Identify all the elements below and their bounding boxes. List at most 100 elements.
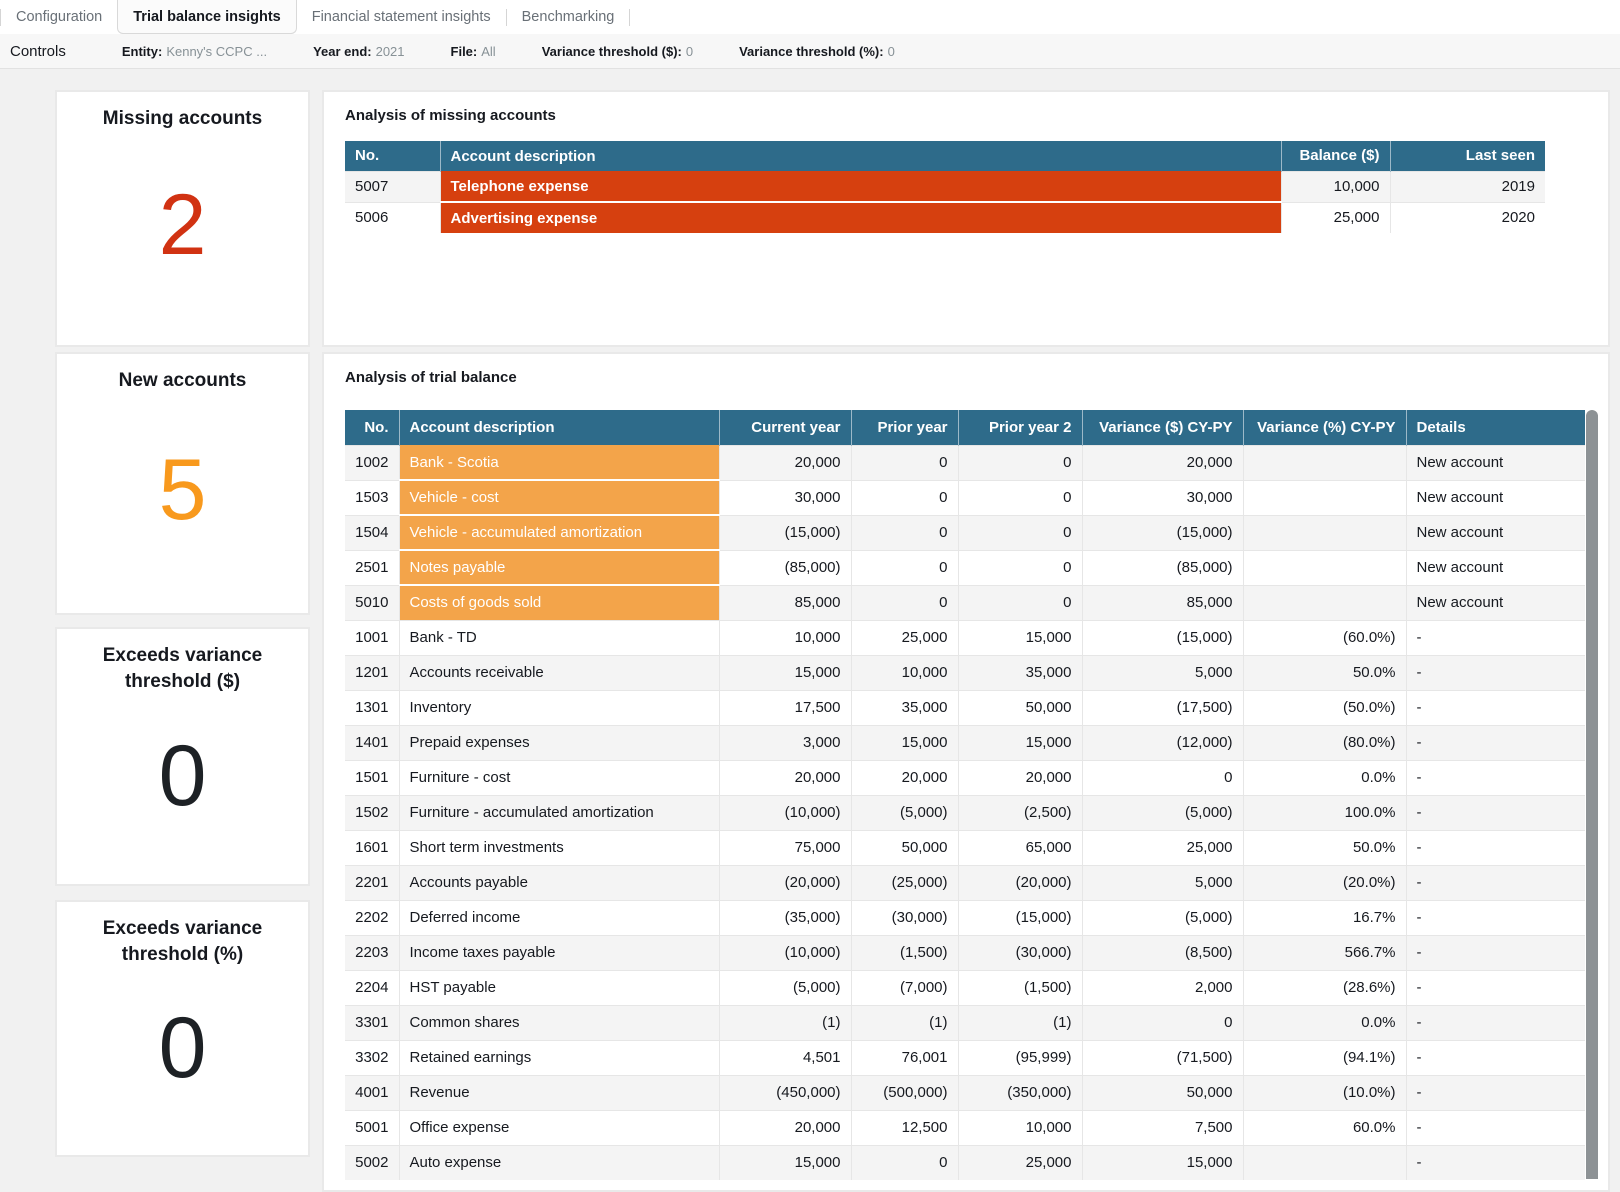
table-row: 5001Office expense20,00012,50010,0007,50… (345, 1110, 1585, 1145)
table-row: 3302Retained earnings4,50176,001(95,999)… (345, 1040, 1585, 1075)
cell-cy: (1) (719, 1005, 851, 1040)
cell-last_seen: 2019 (1390, 171, 1545, 202)
cell-description: Bank - Scotia (399, 445, 719, 480)
cell-var_d: 50,000 (1082, 1075, 1243, 1110)
cell-cy: 17,500 (719, 690, 851, 725)
cell-var_p: 50.0% (1243, 655, 1406, 690)
cell-no: 1001 (345, 620, 399, 655)
tab-benchmarking[interactable]: Benchmarking (507, 0, 630, 34)
cell-details: - (1406, 1145, 1585, 1180)
cell-description: Notes payable (399, 550, 719, 585)
cell-no: 1601 (345, 830, 399, 865)
cell-details: - (1406, 1075, 1585, 1110)
cell-no: 3301 (345, 1005, 399, 1040)
cell-details: New account (1406, 585, 1585, 620)
cell-description: Vehicle - accumulated amortization (399, 515, 719, 550)
table-row: 2203Income taxes payable(10,000)(1,500)(… (345, 935, 1585, 970)
cell-details: - (1406, 1040, 1585, 1075)
cell-py2: (95,999) (958, 1040, 1082, 1075)
cell-no: 4001 (345, 1075, 399, 1110)
control-file-value[interactable]: All (481, 44, 495, 59)
cell-py2: 0 (958, 445, 1082, 480)
cell-var_d: 15,000 (1082, 1145, 1243, 1180)
cell-details: - (1406, 1110, 1585, 1145)
cell-description: Income taxes payable (399, 935, 719, 970)
control-entity[interactable]: Entity: Kenny's CCPC ... (122, 44, 267, 59)
cell-var_d: (71,500) (1082, 1040, 1243, 1075)
cell-description: Deferred income (399, 900, 719, 935)
cell-no: 1503 (345, 480, 399, 515)
cell-py: 20,000 (851, 760, 958, 795)
cell-cy: 20,000 (719, 1110, 851, 1145)
cell-details: - (1406, 865, 1585, 900)
table-row: 2204HST payable(5,000)(7,000)(1,500)2,00… (345, 970, 1585, 1005)
cell-py2: 15,000 (958, 725, 1082, 760)
cell-balance: 10,000 (1281, 171, 1390, 202)
cell-var_p: 0.0% (1243, 1005, 1406, 1040)
cell-var_d: (15,000) (1082, 620, 1243, 655)
controls-title: Controls (10, 43, 66, 60)
cell-details: - (1406, 970, 1585, 1005)
cell-py2: (1) (958, 1005, 1082, 1040)
control-year-end[interactable]: Year end: 2021 (313, 44, 404, 59)
cell-description: Auto expense (399, 1145, 719, 1180)
column-header: Prior year 2 (958, 410, 1082, 445)
cell-cy: 15,000 (719, 1145, 851, 1180)
cell-no: 1401 (345, 725, 399, 760)
cell-no: 2201 (345, 865, 399, 900)
cell-no: 5010 (345, 585, 399, 620)
kpi-title: Missing accounts (89, 106, 276, 132)
cell-cy: 20,000 (719, 445, 851, 480)
cell-py: 0 (851, 1145, 958, 1180)
table-row: 1502Furniture - accumulated amortization… (345, 795, 1585, 830)
cell-description: Vehicle - cost (399, 480, 719, 515)
control-variance-threshold-dollar[interactable]: Variance threshold ($):0 (542, 44, 693, 59)
cell-var_p (1243, 1145, 1406, 1180)
kpi-title: Exceeds variance threshold ($) (57, 643, 308, 694)
cell-py: 35,000 (851, 690, 958, 725)
control-file-label: File: (451, 44, 478, 59)
kpi-value: 0 (159, 694, 207, 884)
control-variance-threshold-percent-value[interactable]: 0 (888, 44, 895, 59)
tab-trial-balance-insights[interactable]: Trial balance insights (117, 0, 296, 34)
control-file[interactable]: File:All (451, 44, 496, 59)
vertical-scrollbar-thumb[interactable] (1586, 410, 1598, 1179)
cell-cy: (35,000) (719, 900, 851, 935)
kpi-value: 2 (159, 132, 207, 345)
control-year-end-value[interactable]: 2021 (376, 44, 405, 59)
control-variance-threshold-dollar-value[interactable]: 0 (686, 44, 693, 59)
cell-cy: (10,000) (719, 795, 851, 830)
cell-details: - (1406, 1005, 1585, 1040)
cell-var_p: (60.0%) (1243, 620, 1406, 655)
cell-no: 3302 (345, 1040, 399, 1075)
cell-var_d: 20,000 (1082, 445, 1243, 480)
control-variance-threshold-percent[interactable]: Variance threshold (%): 0 (739, 44, 895, 59)
cell-cy: 10,000 (719, 620, 851, 655)
cell-var_d: 85,000 (1082, 585, 1243, 620)
kpi-title: Exceeds variance threshold (%) (57, 916, 308, 967)
tab-configuration[interactable]: Configuration (1, 0, 117, 34)
control-variance-threshold-percent-label: Variance threshold (%): (739, 44, 883, 59)
cell-var_p: 100.0% (1243, 795, 1406, 830)
cell-description: Advertising expense (440, 202, 1281, 233)
table-row: 1002Bank - Scotia20,0000020,000New accou… (345, 445, 1585, 480)
cell-no: 5001 (345, 1110, 399, 1145)
cell-no: 1002 (345, 445, 399, 480)
column-header: Account description (440, 141, 1281, 171)
cell-description: HST payable (399, 970, 719, 1005)
cell-py: 15,000 (851, 725, 958, 760)
cell-details: - (1406, 655, 1585, 690)
table-row: 1001Bank - TD10,00025,00015,000(15,000)(… (345, 620, 1585, 655)
cell-no: 1502 (345, 795, 399, 830)
control-entity-label: Entity: (122, 44, 162, 59)
control-entity-value[interactable]: Kenny's CCPC ... (166, 44, 267, 59)
table-row: 5007Telephone expense10,0002019 (345, 171, 1545, 202)
cell-py2: (20,000) (958, 865, 1082, 900)
trial-balance-panel: Analysis of trial balance No.Account des… (322, 352, 1610, 1192)
cell-description: Common shares (399, 1005, 719, 1040)
cell-var_d: (17,500) (1082, 690, 1243, 725)
cell-cy: (450,000) (719, 1075, 851, 1110)
control-year-end-label: Year end: (313, 44, 372, 59)
cell-var_p (1243, 585, 1406, 620)
tab-financial-statement-insights[interactable]: Financial statement insights (297, 0, 506, 34)
